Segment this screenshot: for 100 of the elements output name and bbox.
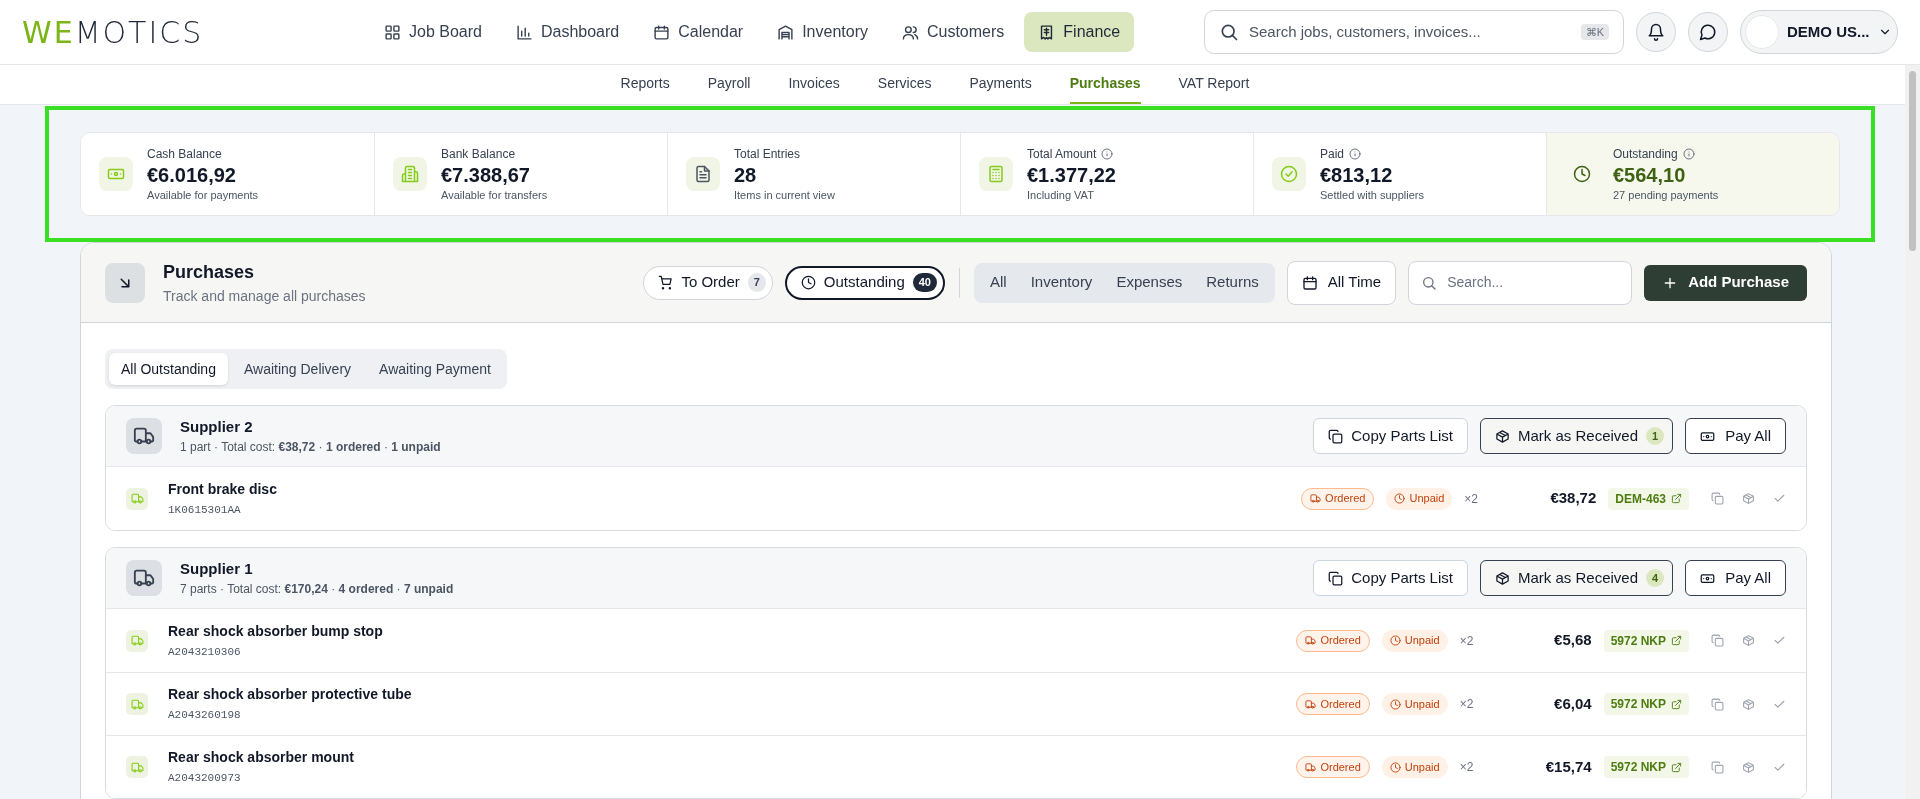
- date-filter-button[interactable]: All Time: [1286, 260, 1397, 305]
- package-icon: [1494, 428, 1510, 444]
- reference-link[interactable]: 5972 NKP: [1603, 693, 1689, 715]
- type-tab[interactable]: All: [978, 271, 1019, 294]
- calculator-icon: [987, 165, 1005, 183]
- status-tab[interactable]: Awaiting Payment: [367, 353, 503, 385]
- search-placeholder: Search jobs, customers, invoices...: [1249, 21, 1482, 42]
- pay-all-button[interactable]: Pay All: [1685, 418, 1786, 454]
- nav-tab[interactable]: Inventory: [763, 12, 882, 52]
- truck-icon: [133, 425, 155, 447]
- part-name: Front brake disc: [168, 479, 277, 499]
- nav-tab[interactable]: Dashboard: [501, 12, 634, 52]
- bar-chart-icon: [515, 23, 533, 41]
- copy-icon: [1711, 760, 1724, 774]
- warehouse-icon: [777, 23, 795, 41]
- mark-paid-button[interactable]: [1773, 634, 1786, 647]
- package-icon: [1742, 492, 1755, 505]
- check-circle-icon: [1280, 165, 1298, 183]
- status-tab[interactable]: Awaiting Delivery: [231, 353, 364, 385]
- sub-tab[interactable]: Invoices: [788, 64, 840, 104]
- payment-badge: Unpaid: [1381, 629, 1448, 652]
- copy-button[interactable]: [1711, 697, 1724, 711]
- chat-icon: [1699, 23, 1717, 41]
- type-tab[interactable]: Inventory: [1018, 271, 1105, 294]
- supplier-name: Supplier 2: [180, 416, 254, 437]
- clock-icon: [800, 275, 816, 290]
- part-number: A2043200973: [168, 771, 242, 787]
- reference-link[interactable]: 5972 NKP: [1603, 756, 1689, 778]
- pay-all-button[interactable]: Pay All: [1685, 560, 1786, 596]
- type-tab[interactable]: Expenses: [1104, 271, 1195, 294]
- part-name: Rear shock absorber protective tube: [168, 685, 412, 705]
- mark-received-button[interactable]: Mark as Received 4: [1479, 560, 1674, 596]
- copy-icon: [1711, 492, 1724, 505]
- notifications-button[interactable]: [1636, 12, 1676, 52]
- sub-tab[interactable]: Payroll: [707, 64, 751, 104]
- stat-value: €7.388,67: [441, 162, 531, 187]
- price: €6,04: [1553, 693, 1592, 714]
- receive-button[interactable]: [1742, 492, 1755, 505]
- sub-tab[interactable]: VAT Report: [1178, 64, 1250, 104]
- add-purchase-button[interactable]: Add Purchase: [1644, 264, 1807, 301]
- stat-value: 28: [734, 162, 758, 187]
- copy-parts-button[interactable]: Copy Parts List: [1313, 560, 1468, 596]
- nav-tab[interactable]: Customers: [887, 12, 1019, 52]
- receive-button[interactable]: [1742, 634, 1755, 647]
- count-badge: 4: [1646, 568, 1665, 588]
- scrollbar[interactable]: [1905, 65, 1920, 799]
- search-field[interactable]: Search...: [1408, 260, 1633, 305]
- mark-paid-button[interactable]: [1773, 492, 1786, 505]
- copy-button[interactable]: [1711, 760, 1724, 774]
- shortcut-key: ⌘K: [1580, 23, 1609, 41]
- truck-icon: [1305, 761, 1317, 773]
- stat-label: Total Amount: [1027, 145, 1097, 163]
- type-tab[interactable]: Returns: [1194, 271, 1271, 294]
- messages-button[interactable]: [1688, 12, 1728, 52]
- copy-button[interactable]: [1711, 634, 1724, 647]
- clock-icon: [1389, 698, 1401, 710]
- price: €15,74: [1544, 756, 1592, 777]
- sub-tab[interactable]: Purchases: [1069, 64, 1141, 104]
- count-badge: 7: [747, 273, 766, 292]
- count-badge: 1: [1646, 426, 1665, 446]
- user-menu[interactable]: DEMO US...: [1740, 10, 1898, 54]
- search-field[interactable]: Search jobs, customers, invoices... ⌘K: [1204, 10, 1624, 54]
- stat-label: Cash Balance: [147, 145, 222, 163]
- sub-tab[interactable]: Reports: [620, 64, 670, 104]
- avatar: [1745, 15, 1779, 49]
- nav-tab[interactable]: Job Board: [370, 12, 496, 52]
- sub-tab[interactable]: Services: [877, 64, 932, 104]
- stat-value: €564,10: [1613, 162, 1687, 187]
- filter-chip[interactable]: To Order 7: [643, 265, 773, 300]
- copy-parts-button[interactable]: Copy Parts List: [1313, 418, 1468, 454]
- receive-button[interactable]: [1742, 760, 1755, 774]
- external-link-icon: [1671, 698, 1682, 710]
- filter-chip[interactable]: Outstanding 40: [784, 265, 945, 300]
- calendar-icon: [1301, 274, 1318, 291]
- nav-tab[interactable]: Finance: [1024, 12, 1135, 52]
- reference-link[interactable]: DEM-463: [1608, 487, 1689, 510]
- external-link-icon: [1671, 761, 1682, 773]
- clock-icon: [1389, 635, 1401, 646]
- stat-label: Total Entries: [734, 145, 801, 163]
- checkmark-icon: [1773, 634, 1786, 647]
- clock-icon: [1394, 493, 1406, 504]
- search-icon: [1421, 274, 1438, 291]
- stat-label: Paid: [1320, 145, 1345, 163]
- document-icon: [694, 165, 712, 183]
- sub-tab[interactable]: Payments: [969, 64, 1032, 104]
- grid-icon: [384, 23, 401, 41]
- nav-tab[interactable]: Calendar: [639, 12, 758, 52]
- quantity: ×2: [1459, 696, 1475, 713]
- stat-caption: Available for payments: [147, 187, 259, 203]
- users-icon: [901, 23, 919, 41]
- copy-icon: [1711, 697, 1724, 711]
- package-icon: [1494, 570, 1510, 586]
- receive-button[interactable]: [1742, 697, 1755, 711]
- part-number: A2043210306: [168, 644, 242, 660]
- copy-button[interactable]: [1711, 492, 1724, 505]
- status-tab[interactable]: All Outstanding: [109, 353, 228, 385]
- truck-icon: [1305, 698, 1317, 710]
- mark-received-button[interactable]: Mark as Received 1: [1479, 418, 1674, 454]
- calendar-icon: [653, 23, 671, 41]
- reference-link[interactable]: 5972 NKP: [1603, 629, 1689, 652]
